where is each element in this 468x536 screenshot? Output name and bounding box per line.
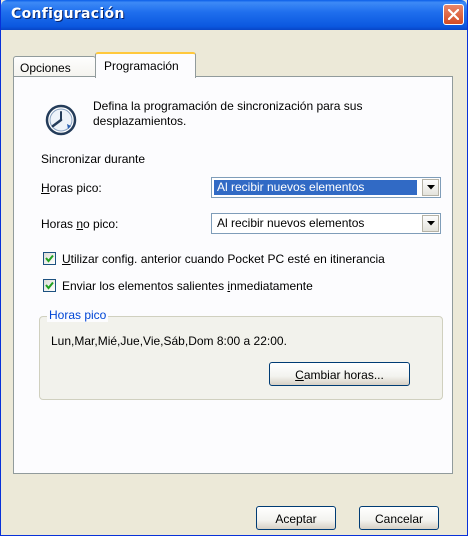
accept-button[interactable]: Aceptar [256, 506, 336, 530]
clock-icon [45, 104, 77, 136]
close-icon [448, 9, 459, 20]
close-button[interactable] [443, 4, 464, 25]
peak-label-rest: oras pico: [49, 181, 102, 195]
change-hours-button[interactable]: Cambiar horas... [269, 362, 410, 386]
send-label-pre: Enviar los elementos salientes [62, 279, 228, 293]
peak-label: Horas pico: [41, 181, 102, 195]
peak-label-hotkey: H [41, 181, 50, 195]
peak-combo-value: Al recibir nuevos elementos [214, 180, 417, 195]
offpeak-combo-value: Al recibir nuevos elementos [217, 216, 365, 230]
sync-label: Sincronizar durante [41, 152, 146, 166]
roaming-hotkey: U [62, 252, 71, 266]
peak-combo[interactable]: Al recibir nuevos elementos [211, 177, 441, 198]
roaming-label-rest: tilizar config. anterior cuando Pocket P… [70, 252, 385, 266]
send-immediately-checkbox[interactable] [43, 279, 56, 292]
check-icon [45, 281, 54, 290]
intro-line-1: Defina la programación de sincronización… [93, 99, 363, 113]
check-icon [45, 254, 54, 263]
change-hours-rest: ambiar horas... [303, 368, 384, 382]
title-bar[interactable]: Configuración [1, 0, 467, 30]
window-title: Configuración [11, 6, 125, 22]
tab-panel [13, 76, 453, 474]
chevron-down-icon [427, 185, 435, 190]
change-hours-hotkey: C [295, 368, 304, 382]
peak-hours-legend: Horas pico [47, 308, 109, 322]
intro-line-2: desplazamientos. [93, 114, 187, 128]
accept-label: Aceptar [275, 512, 317, 526]
peak-schedule-text: Lun,Mar,Mié,Jue,Vie,Sáb,Dom 8:00 a 22:00… [51, 334, 287, 348]
offpeak-label-prefix: Horas [41, 217, 77, 231]
offpeak-combo-dropdown[interactable] [422, 215, 439, 232]
offpeak-label-rest: o pico: [83, 217, 119, 231]
roaming-checkbox-label[interactable]: Utilizar config. anterior cuando Pocket … [62, 252, 385, 266]
tab-programacion-label: Programación [104, 59, 179, 73]
tab-programacion[interactable]: Programación [95, 52, 196, 78]
tab-opciones-label: Opciones [20, 61, 71, 75]
cancel-button[interactable]: Cancelar [359, 506, 439, 530]
send-immediately-label[interactable]: Enviar los elementos salientes inmediata… [62, 279, 313, 293]
cancel-label: Cancelar [374, 512, 424, 526]
peak-combo-dropdown[interactable] [422, 179, 439, 196]
offpeak-label: Horas no pico: [41, 217, 118, 231]
change-hours-label: Cambiar horas... [295, 368, 384, 382]
offpeak-combo[interactable]: Al recibir nuevos elementos [211, 213, 441, 234]
chevron-down-icon [427, 221, 435, 226]
configuration-dialog: Configuración Opciones Programación Defi… [0, 0, 468, 536]
send-label-rest: nmediatamente [230, 279, 313, 293]
roaming-checkbox[interactable] [43, 252, 56, 265]
tab-opciones[interactable]: Opciones [13, 56, 96, 77]
peak-hours-group [39, 316, 443, 400]
